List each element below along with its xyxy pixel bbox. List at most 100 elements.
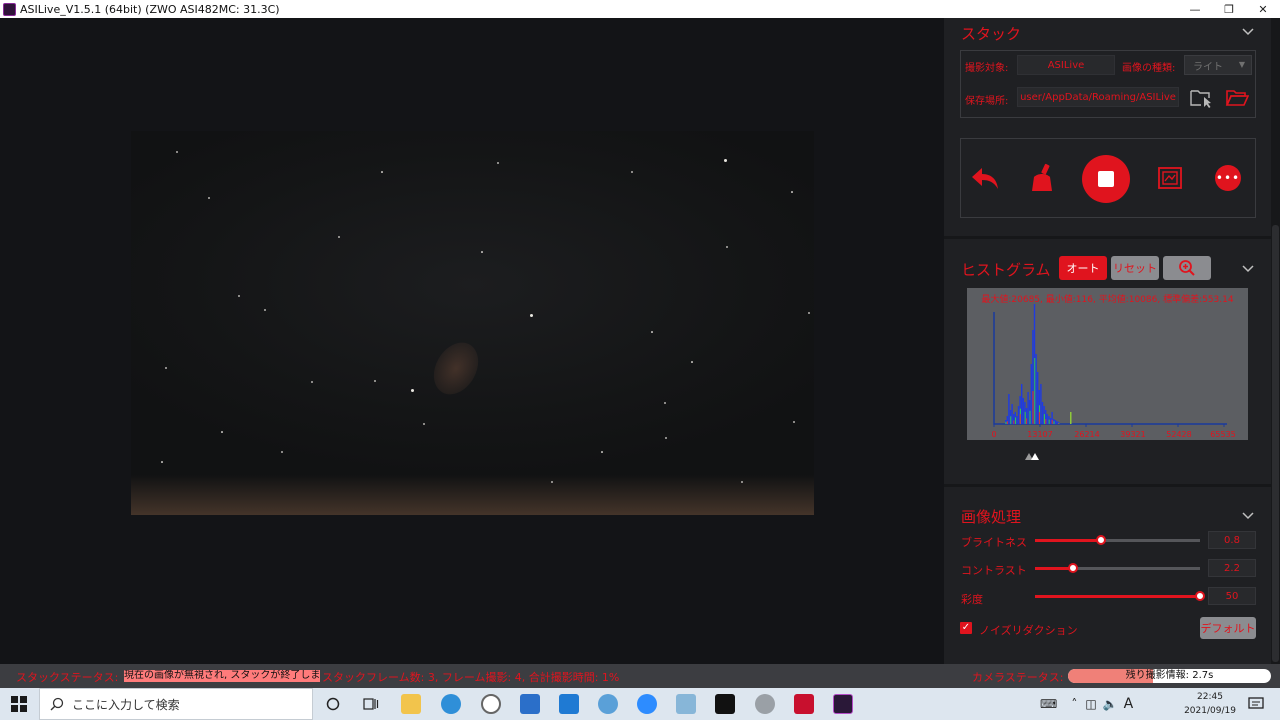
contrast-slider-thumb[interactable] — [1067, 563, 1078, 573]
file-explorer-icon[interactable] — [401, 694, 421, 714]
taskbar: ここに入力して検索 ⌨ ˄ ◫ 🔈 A 22:45 2021/09/19 — [0, 688, 1280, 720]
chevron-down-icon[interactable] — [1241, 262, 1255, 276]
star — [338, 236, 340, 238]
mail-icon[interactable] — [559, 694, 579, 714]
undo-icon[interactable] — [969, 163, 1001, 193]
asi-studio-icon[interactable] — [794, 694, 814, 714]
histogram-bar-blue — [1011, 404, 1013, 424]
browser-icon[interactable] — [481, 694, 501, 714]
default-button[interactable]: デフォルト — [1200, 617, 1256, 639]
store-icon[interactable] — [520, 694, 540, 714]
asilive-taskbar-icon[interactable] — [833, 694, 853, 714]
star — [726, 246, 728, 248]
search-icon — [50, 697, 64, 711]
contrast-value[interactable]: 2.2 — [1208, 559, 1256, 577]
target-input[interactable]: ASILive — [1017, 55, 1115, 75]
histogram-bar-green — [1005, 421, 1007, 424]
star — [423, 423, 425, 425]
taskbar-clock[interactable]: 22:45 2021/09/19 — [1180, 690, 1240, 718]
histogram-bar-red — [1006, 421, 1008, 424]
more-options-icon[interactable]: ••• — [1215, 165, 1241, 191]
star — [497, 162, 499, 164]
taskbar-search[interactable]: ここに入力して検索 — [39, 688, 313, 720]
paint-icon[interactable] — [598, 694, 618, 714]
contrast-slider[interactable] — [1035, 567, 1200, 570]
histogram-bar-red — [1019, 414, 1021, 424]
galaxy — [424, 334, 488, 403]
image-processing-title: 画像処理 — [961, 508, 1022, 526]
network-icon[interactable]: ◫ — [1085, 697, 1096, 711]
chevron-down-icon: ▼ — [1238, 60, 1245, 69]
window-title: ASILive_V1.5.1 (64bit) (ZWO ASI482MC: 31… — [20, 2, 280, 16]
star — [691, 361, 693, 363]
save-path-input[interactable]: user/AppData/Roaming/ASILive — [1017, 87, 1179, 107]
star — [631, 171, 633, 173]
scrollbar-thumb[interactable] — [1272, 225, 1279, 662]
start-button[interactable] — [0, 688, 38, 720]
histogram-bar-red — [1038, 412, 1040, 424]
star — [411, 389, 414, 392]
chevron-down-icon[interactable] — [1241, 509, 1255, 523]
type-select[interactable]: ライト ▼ — [1184, 55, 1252, 75]
save-image-icon[interactable] — [1156, 165, 1184, 191]
notification-icon[interactable] — [1246, 694, 1266, 714]
histogram-bar-green — [1010, 416, 1012, 424]
horizon-glow — [131, 475, 814, 515]
histogram-bar-blue — [1017, 406, 1020, 424]
histogram-bar-blue — [1041, 402, 1044, 424]
star — [381, 171, 383, 173]
saturation-slider[interactable] — [1035, 595, 1200, 598]
minimize-button[interactable]: — — [1178, 0, 1212, 18]
zoom-app-icon[interactable] — [637, 694, 657, 714]
camera-app-icon[interactable] — [715, 694, 735, 714]
histogram-tick: 26214 — [1074, 430, 1100, 439]
open-folder-icon[interactable] — [1224, 86, 1250, 110]
star — [724, 159, 727, 162]
type-label: 画像の種類: — [1122, 63, 1176, 74]
histogram-bar-green — [1048, 419, 1050, 424]
notes-icon[interactable] — [676, 694, 696, 714]
select-folder-icon[interactable] — [1188, 86, 1214, 110]
maximize-button[interactable]: ❐ — [1212, 0, 1246, 18]
stack-info: スタックフレーム数: 3, フレーム撮影: 4, 合計撮影時間: 1% — [322, 671, 620, 684]
title-bar: ASILive_V1.5.1 (64bit) (ZWO ASI482MC: 31… — [0, 0, 1280, 18]
histogram-bar-green — [1070, 412, 1072, 424]
zoom-in-button[interactable] — [1163, 256, 1211, 280]
ime-indicator[interactable]: A — [1124, 696, 1134, 712]
star — [221, 431, 223, 433]
stack-status-label: スタックステータス: — [16, 671, 119, 684]
auto-button[interactable]: オート — [1059, 256, 1107, 280]
saturation-slider-thumb[interactable] — [1195, 591, 1205, 601]
chevron-down-icon[interactable] — [1241, 25, 1255, 39]
noise-reduction-checkbox[interactable]: ✓ — [960, 622, 972, 634]
cortana-icon[interactable] — [323, 694, 343, 714]
histogram-title: ヒストグラム — [961, 261, 1051, 279]
histogram-bar-blue — [1056, 421, 1058, 424]
saturation-value[interactable]: 50 — [1208, 587, 1256, 605]
histogram-bar-blue — [1021, 384, 1023, 424]
star — [161, 461, 163, 463]
stack-status-message: 現在の画像が無視され, スタックが終了しました — [124, 670, 320, 682]
clear-brush-icon[interactable] — [1026, 162, 1058, 194]
app-icon — [3, 2, 16, 16]
chevron-up-icon[interactable]: ˄ — [1071, 697, 1077, 711]
stop-button[interactable] — [1082, 155, 1130, 203]
histogram-bar-red — [1013, 420, 1015, 424]
keyboard-icon[interactable]: ⌨ — [1040, 697, 1057, 711]
edge-icon[interactable] — [441, 694, 461, 714]
histogram-tick: 39321 — [1120, 430, 1146, 439]
speaker-icon[interactable]: 🔈 — [1103, 697, 1118, 711]
close-button[interactable]: ✕ — [1246, 0, 1280, 18]
reset-button[interactable]: リセット — [1111, 256, 1159, 280]
brightness-slider[interactable] — [1035, 539, 1200, 542]
brightness-value[interactable]: 0.8 — [1208, 531, 1256, 549]
histogram-range-handles[interactable] — [1024, 450, 1044, 462]
task-view-icon[interactable] — [361, 694, 381, 714]
brightness-slider-thumb[interactable] — [1096, 535, 1106, 545]
star — [741, 481, 743, 483]
star — [374, 380, 376, 382]
planetarium-icon[interactable] — [755, 694, 775, 714]
window-controls: — ❐ ✕ — [1178, 0, 1280, 18]
star — [481, 251, 483, 253]
live-image[interactable] — [131, 131, 814, 515]
